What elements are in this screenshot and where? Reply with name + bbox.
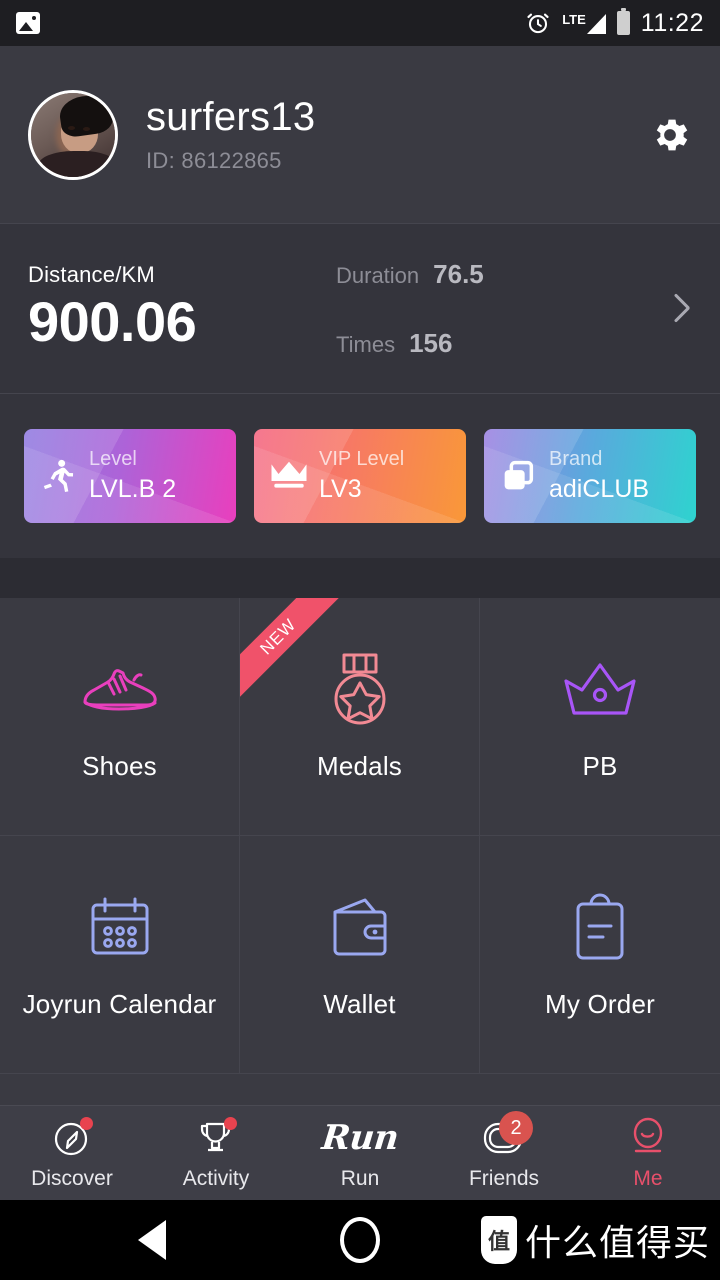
crown-icon [268,456,308,496]
nav-label: Activity [182,1167,250,1190]
nav-item-run[interactable]: Run Run [288,1106,432,1200]
app-screen: LTE 11:22 surfers13 ID: 86122865 Distanc… [0,0,720,1280]
grid-item-shoes[interactable]: Shoes [0,598,240,836]
notification-dot [80,1117,93,1130]
user-id: ID: 86122865 [146,147,282,173]
section-divider [0,558,720,598]
profile-face-icon [623,1115,673,1161]
profile-text: surfers13 ID: 86122865 [146,96,315,174]
badge-cards-row: Level LVL.B 2 VIP Level LV3 Brand adiCLU… [0,394,720,558]
username: surfers13 [146,94,316,139]
avatar[interactable] [28,89,118,180]
status-bar-clock: 11:22 [640,8,704,37]
status-bar-left [16,12,40,34]
distance-value: 900.06 [28,290,197,354]
status-bar: LTE 11:22 [0,0,720,46]
android-navigation-bar: 值 什么值得买 [0,1200,720,1280]
nav-item-activity[interactable]: Activity [144,1106,288,1200]
distance-label: Distance/KM [28,262,155,288]
duration-value: 76.5 [433,258,484,289]
level-card-value: LVL.B 2 [89,475,177,504]
times-stat: Times 156 [336,328,484,359]
run-script-logo: Run [320,1115,400,1161]
feature-grid: Shoes NEW Medals PB Joyrun Calendar Wall… [0,598,720,1105]
sneaker-icon [77,651,163,729]
grid-item-joyrun-calendar[interactable]: Joyrun Calendar [0,836,240,1074]
notification-dot [224,1117,237,1130]
lte-signal-icon: LTE [562,13,606,34]
lte-label: LTE [562,11,586,27]
duration-stat: Duration 76.5 [336,259,484,290]
grid-item-pb[interactable]: PB [480,598,720,836]
trophy-icon [191,1115,241,1161]
status-bar-right: LTE 11:22 [525,8,704,38]
vip-card-value: LV3 [319,475,362,504]
back-triangle-icon[interactable] [138,1220,166,1260]
watermark-text: 什么值得买 [524,1223,710,1264]
nav-item-friends[interactable]: 2 Friends [432,1106,576,1200]
alarm-icon [527,13,549,34]
grid-item-wallet[interactable]: Wallet [240,836,480,1074]
brand-card-value: adiCLUB [549,475,650,504]
grid-item-label: Joyrun Calendar [22,989,217,1019]
secondary-stats: Duration 76.5 Times 156 [336,259,484,359]
calendar-icon [77,889,163,967]
image-icon [16,12,40,34]
brand-card-label: Brand [549,448,603,471]
crown-outline-icon [557,651,643,729]
stats-summary-row[interactable]: Distance/KM 900.06 Duration 76.5 Times 1… [0,224,720,394]
cards-stack-icon [498,456,538,496]
grid-item-label: Wallet [323,989,396,1019]
level-card[interactable]: Level LVL.B 2 [24,429,236,523]
nav-label: Me [633,1167,663,1190]
compass-icon [47,1115,97,1161]
wallet-icon [317,889,403,967]
friends-badge: 2 [499,1111,533,1145]
distance-stat: Distance/KM 900.06 [28,262,328,354]
grid-item-label: My Order [545,989,655,1019]
medal-icon [317,651,403,729]
duration-label: Duration [336,262,420,288]
bottom-navigation: Discover Activity Run Run 2 Friends Me [0,1105,720,1200]
times-label: Times [336,331,396,357]
friends-icon: 2 [479,1111,533,1161]
home-circle-icon[interactable] [340,1217,380,1263]
battery-icon [616,8,630,35]
nav-label: Run [340,1167,380,1190]
run-logo-text: Run [319,1118,401,1158]
brand-card[interactable]: Brand adiCLUB [484,429,696,523]
grid-item-label: Shoes [82,751,157,781]
watermark-logo: 值 [480,1216,517,1264]
signal-triangle-icon [586,13,606,34]
gear-icon[interactable] [648,113,692,157]
grid-item-label: PB [582,751,618,781]
nav-label: Friends [468,1167,540,1190]
vip-level-card[interactable]: VIP Level LV3 [254,429,466,523]
chevron-right-icon[interactable] [670,290,692,328]
times-value: 156 [409,327,453,358]
clipboard-icon [557,889,643,967]
nav-label: Discover [31,1167,113,1190]
grid-item-label: Medals [316,751,402,781]
runner-icon [38,456,78,496]
vip-card-label: VIP Level [319,448,405,471]
nav-item-me[interactable]: Me [576,1106,720,1200]
level-card-label: Level [89,448,137,471]
watermark: 值 什么值得买 [480,1214,710,1266]
profile-header[interactable]: surfers13 ID: 86122865 [0,46,720,224]
grid-item-medals[interactable]: NEW Medals [240,598,480,836]
nav-item-discover[interactable]: Discover [0,1106,144,1200]
grid-item-my-order[interactable]: My Order [480,836,720,1074]
